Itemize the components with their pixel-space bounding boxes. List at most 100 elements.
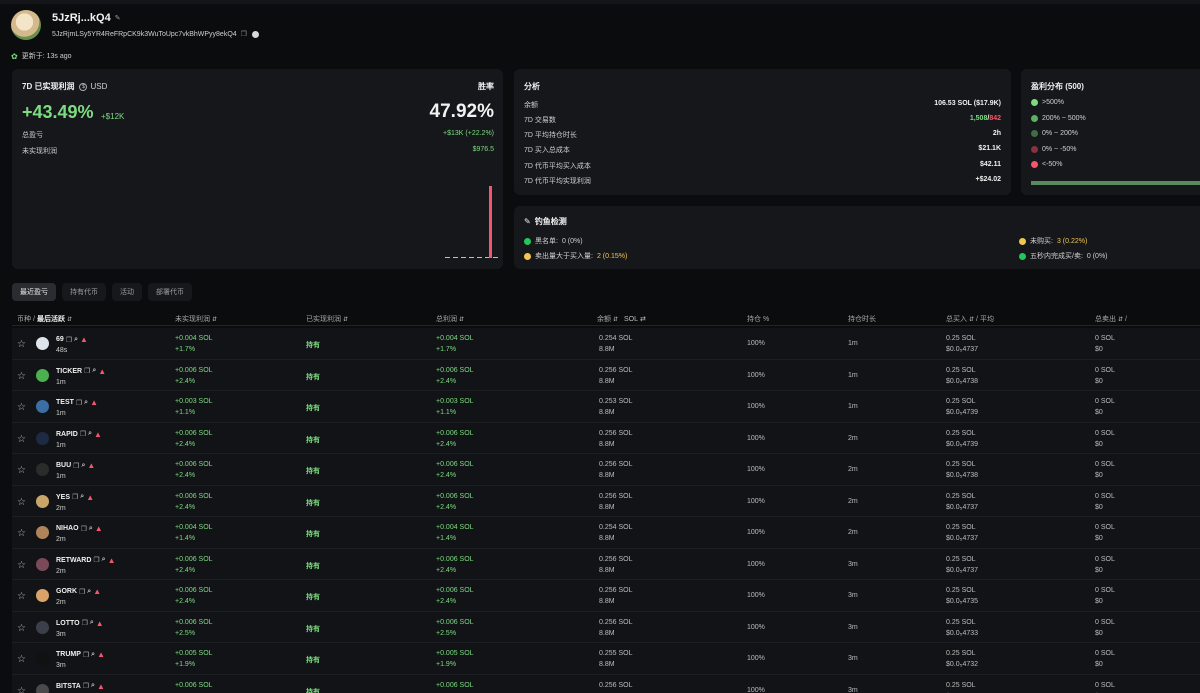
search-icon[interactable]: ⌕ [74, 336, 78, 344]
sort-icon[interactable]: ⇵ [1118, 316, 1123, 323]
total-sol: +0.004 SOL [436, 335, 474, 342]
th-avg-label: 平均 [979, 316, 994, 323]
token-avatar [36, 400, 49, 413]
favorite-star-icon[interactable]: ☆ [17, 497, 26, 508]
token-name[interactable]: BITSTA [56, 683, 81, 690]
favorite-star-icon[interactable]: ☆ [17, 466, 26, 476]
search-icon[interactable]: ⌕ [89, 525, 93, 533]
search-icon[interactable]: ⌕ [90, 619, 94, 627]
token-name[interactable]: LOTTO [56, 620, 80, 627]
favorite-star-icon[interactable]: ☆ [17, 529, 26, 539]
th-balance[interactable]: 余额 ⇵ SOL ⇄ [597, 314, 646, 324]
copy-icon[interactable]: ❐ [72, 493, 78, 501]
table-row[interactable]: ☆ NIHAO ❐ ⌕ ▲ 2m +0.004 SOL +1.4% 持有 +0.004 SOL +1… [12, 517, 1200, 549]
dot-icon [1031, 161, 1038, 168]
table-row[interactable]: ☆ GORK ❐ ⌕ ▲ 2m +0.006 SOL +2.4% 持有 +0.006 SOL +2.… [12, 580, 1200, 612]
table-row[interactable]: ☆BITSTA❐⌕▲3m+0.006 SOL+2.4%持有+0.006 SOL+… [12, 674, 1200, 693]
token-name[interactable]: NIHAO [56, 525, 79, 532]
th-total[interactable]: 总利润 ⇵ [436, 314, 464, 324]
search-icon[interactable]: ⌕ [92, 367, 96, 375]
token-name[interactable]: YES [56, 494, 70, 501]
search-icon[interactable]: ⌕ [80, 493, 84, 501]
favorite-star-icon[interactable]: ☆ [17, 403, 26, 413]
total-sol: +0.003 SOL [436, 398, 474, 405]
eye-icon[interactable] [251, 31, 259, 38]
token-name[interactable]: TICKER [56, 368, 82, 375]
token-name-row: RAPID ❐ ⌕ ▲ [56, 430, 102, 439]
sort-icon[interactable]: ⇵ [613, 316, 618, 323]
sort-icon[interactable]: ⇵ [459, 316, 464, 323]
sort-icon[interactable]: ⇵ [343, 316, 348, 323]
table-row[interactable]: ☆ BUU ❐ ⌕ ▲ 1m +0.006 SOL +2.4% 持有 +0.006 SOL +2.4… [12, 454, 1200, 486]
copy-icon[interactable]: ❐ [79, 588, 85, 596]
total-buy-sol: 0.25 SOL [946, 618, 976, 626]
token-name[interactable]: BUU [56, 462, 71, 469]
favorite-star-icon[interactable]: ☆ [17, 592, 26, 602]
favorite-star-icon[interactable]: ☆ [17, 623, 26, 634]
search-icon[interactable]: ⌕ [87, 588, 91, 596]
table-row[interactable]: ☆ YES ❐ ⌕ ▲ 2m +0.006 SOL +2.4% 持有 +0.006 SOL +2.4… [12, 485, 1200, 517]
total-cost-value: $21.1K [978, 145, 1001, 152]
th-total-sell[interactable]: 总卖出 ⇵ / [1095, 314, 1127, 324]
total-sell-usd: $0 [1095, 377, 1103, 385]
copy-icon[interactable]: ❐ [84, 367, 90, 375]
tab-activity[interactable]: 活动 [112, 283, 142, 301]
token-name[interactable]: 69 [56, 336, 64, 343]
copy-icon[interactable]: ❐ [82, 619, 88, 627]
th-realized[interactable]: 已实现利润 ⇵ [306, 314, 348, 324]
currency-toggle[interactable]: $ USD [79, 82, 107, 91]
token-name[interactable]: GORK [56, 588, 77, 595]
tab-deployed[interactable]: 部署代币 [148, 283, 192, 301]
favorite-star-icon[interactable]: ☆ [17, 340, 26, 350]
search-icon[interactable]: ⌕ [102, 556, 106, 564]
copy-icon[interactable]: ❐ [81, 525, 87, 533]
search-icon[interactable]: ⌕ [91, 651, 95, 659]
balance-sol: 0.253 SOL [599, 398, 633, 405]
sort-icon[interactable]: ⇵ [969, 316, 974, 323]
copy-icon[interactable]: ❐ [83, 651, 89, 659]
winrate-value: 47.92% [429, 101, 494, 122]
dist-item: 200% ~ 500% [1031, 115, 1086, 122]
swap-icon[interactable]: ⇄ [640, 315, 646, 323]
favorite-star-icon[interactable]: ☆ [17, 371, 26, 382]
search-icon[interactable]: ⌕ [81, 462, 85, 470]
sort-icon[interactable]: ⇵ [67, 316, 72, 323]
copy-icon[interactable]: ❐ [83, 682, 89, 690]
tab-recent-pnl[interactable]: 最近盈亏 [12, 283, 56, 301]
copy-icon[interactable]: ❐ [93, 556, 99, 564]
total-sol: +0.005 SOL [436, 650, 474, 657]
copy-icon[interactable]: ❐ [73, 462, 79, 470]
sort-icon[interactable]: ⇵ [212, 316, 217, 323]
table-row[interactable]: ☆ RETWARD ❐ ⌕ ▲ 2m +0.006 SOL +2.4% 持有 +0.006 SOL… [12, 548, 1200, 580]
token-name[interactable]: TEST [56, 399, 74, 406]
favorite-star-icon[interactable]: ☆ [17, 686, 26, 693]
token-name[interactable]: TRUMP [56, 651, 81, 658]
table-row[interactable]: ☆ 69 ❐ ⌕ ▲ 48s +0.004 SOL +1.7% 持有 +0.004 SOL +1.7… [12, 328, 1200, 360]
th-total-buy[interactable]: 总买入 ⇵ / 平均 [946, 314, 994, 324]
table-row[interactable]: ☆ RAPID ❐ ⌕ ▲ 1m +0.006 SOL +2.4% 持有 +0.006 SOL +2… [12, 422, 1200, 454]
copy-icon[interactable]: ❐ [76, 399, 82, 407]
tab-holdings[interactable]: 持有代币 [62, 283, 106, 301]
favorite-star-icon[interactable]: ☆ [17, 655, 26, 665]
th-token[interactable]: 币种 / 最后活跃 ⇵ [17, 314, 72, 324]
table-row[interactable]: ☆ TRUMP ❐ ⌕ ▲ 3m +0.005 SOL +1.9% 持有 +0.005 SOL +1… [12, 643, 1200, 675]
favorite-star-icon[interactable]: ☆ [17, 434, 26, 445]
table-row[interactable]: ☆ LOTTO ❐ ⌕ ▲ 3m +0.006 SOL +2.5% 持有 +0.006 SOL +2… [12, 611, 1200, 643]
search-icon[interactable]: ⌕ [91, 682, 95, 690]
copy-icon[interactable]: ❐ [241, 31, 248, 38]
search-icon[interactable]: ⌕ [84, 399, 88, 407]
favorite-star-icon[interactable]: ☆ [17, 560, 26, 571]
table-row[interactable]: ☆ TEST ❐ ⌕ ▲ 1m +0.003 SOL +1.1% 持有 +0.003 SOL +1.… [12, 391, 1200, 423]
search-icon[interactable]: ⌕ [88, 430, 92, 438]
table-body: ☆ 69 ❐ ⌕ ▲ 48s +0.004 SOL +1.7% 持有 +0.004 SOL +1.7… [12, 328, 1200, 693]
edit-icon[interactable]: ✎ [115, 15, 122, 22]
th-unrealized[interactable]: 未实现利润 ⇵ [175, 314, 217, 324]
copy-icon[interactable]: ❐ [66, 336, 72, 344]
warning-icon: ▲ [93, 429, 102, 439]
token-name[interactable]: RETWARD [56, 557, 91, 564]
token-name[interactable]: RAPID [56, 431, 78, 438]
hold-percent: 100% [747, 497, 765, 505]
table-row[interactable]: ☆ TICKER ❐ ⌕ ▲ 1m +0.006 SOL +2.4% 持有 +0.006 SOL +… [12, 359, 1200, 391]
refresh-icon[interactable]: ✿ [11, 52, 18, 61]
copy-icon[interactable]: ❐ [80, 430, 86, 438]
